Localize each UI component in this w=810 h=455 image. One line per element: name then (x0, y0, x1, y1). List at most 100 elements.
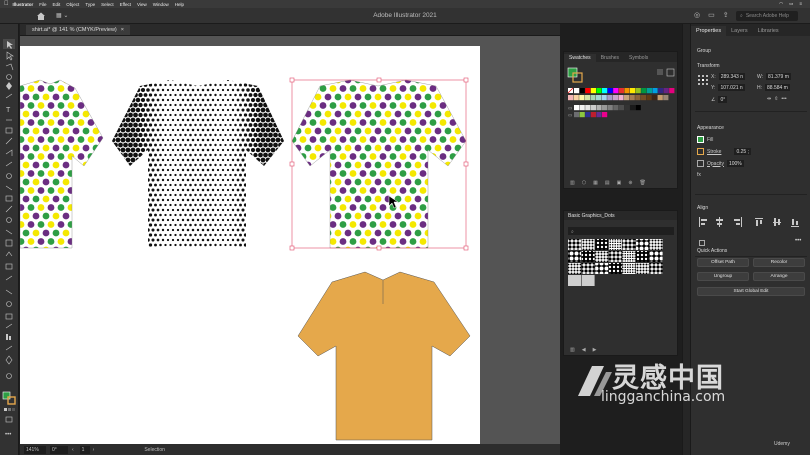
artboard-number-field[interactable]: 1 (79, 445, 90, 454)
width-input[interactable]: 81.379 m (766, 73, 791, 80)
start-global-edit-button[interactable]: Start Global Edit (697, 287, 805, 296)
artwork[interactable] (20, 46, 480, 444)
color-swatch[interactable] (607, 88, 613, 94)
next-library-icon[interactable]: ▶ (593, 347, 597, 353)
color-swatch[interactable] (641, 88, 647, 94)
fill-color-swatch[interactable] (697, 136, 704, 143)
color-swatch[interactable] (596, 112, 602, 118)
stroke-label[interactable]: Stroke (707, 149, 721, 155)
menu-file[interactable]: File (39, 2, 46, 7)
menu-edit[interactable]: Edit (53, 2, 61, 7)
arrange-button[interactable]: Arrange (753, 272, 805, 281)
rotation-field[interactable]: 0° (50, 445, 68, 454)
pattern-swatch[interactable] (568, 275, 581, 286)
show-kind-icon[interactable]: ▦ (593, 180, 598, 186)
color-swatch[interactable] (613, 105, 619, 111)
opacity-input[interactable]: 100% (726, 160, 744, 167)
color-swatch[interactable] (579, 112, 585, 118)
color-group-folder-icon[interactable]: ▭ (568, 113, 573, 118)
apple-icon[interactable]:  (4, 1, 9, 7)
color-swatch[interactable] (624, 88, 630, 94)
color-swatch[interactable] (601, 95, 607, 101)
pattern-swatch[interactable] (622, 263, 636, 274)
pattern-swatch[interactable] (595, 239, 609, 250)
color-swatch[interactable] (574, 105, 580, 111)
color-swatch[interactable] (640, 95, 646, 101)
menu-select[interactable]: Select (101, 2, 114, 7)
align-buttons[interactable] (697, 216, 807, 228)
pattern-search-input[interactable] (568, 227, 674, 235)
menu-effect[interactable]: Effect (120, 2, 131, 7)
color-swatch[interactable] (579, 88, 585, 94)
pattern-swatch[interactable] (581, 239, 595, 250)
new-swatch-icon[interactable]: ⊕ (628, 180, 632, 186)
color-swatch[interactable] (596, 105, 602, 111)
control-center-icon[interactable]: ≡ (799, 1, 802, 7)
swatch-cells[interactable]: ▭▭ (567, 87, 675, 118)
color-swatch[interactable] (630, 105, 636, 111)
color-swatch[interactable] (585, 112, 591, 118)
pattern-swatch[interactable] (636, 239, 649, 250)
color-swatch[interactable] (602, 105, 608, 111)
pattern-swatch[interactable] (595, 263, 609, 274)
color-swatch[interactable] (652, 88, 658, 94)
canvas-area[interactable] (20, 36, 560, 444)
next-artboard-icon[interactable]: › (93, 447, 95, 453)
battery-icon[interactable]: ▭ (789, 1, 793, 7)
orange-shirt[interactable] (297, 271, 471, 441)
pattern-cells[interactable] (568, 239, 663, 286)
color-swatch[interactable] (613, 88, 619, 94)
pattern-swatch[interactable] (608, 239, 622, 250)
pattern-swatch[interactable] (581, 263, 595, 274)
color-swatch[interactable] (663, 88, 669, 94)
pattern-swatch[interactable] (608, 263, 622, 274)
tool-icons[interactable]: T ••• (0, 24, 19, 455)
pattern-swatch[interactable] (636, 263, 649, 274)
color-swatch[interactable] (590, 95, 596, 101)
color-swatch[interactable] (607, 105, 613, 111)
tab-symbols[interactable]: Symbols (624, 54, 653, 62)
menu-help[interactable]: Help (175, 2, 184, 7)
help-search-input[interactable]: ⌕ Search Adobe Help (736, 11, 798, 21)
color-swatch[interactable] (579, 105, 585, 111)
color-swatch[interactable] (590, 112, 596, 118)
color-swatch[interactable] (590, 105, 596, 111)
color-swatch[interactable] (652, 95, 658, 101)
wifi-icon[interactable]: ◠ (779, 1, 783, 7)
tab-libraries[interactable]: Libraries (753, 26, 784, 36)
color-swatch[interactable] (574, 88, 580, 94)
pattern-swatch[interactable] (636, 251, 649, 262)
pattern-swatch[interactable] (649, 263, 663, 274)
color-swatch[interactable] (635, 105, 641, 111)
pattern-swatch[interactable] (568, 263, 581, 274)
color-swatch[interactable] (596, 88, 602, 94)
pattern-swatch[interactable] (595, 251, 609, 262)
tab-brushes[interactable]: Brushes (596, 54, 624, 62)
more-options-icon[interactable]: ••• (781, 96, 786, 102)
color-swatch[interactable] (624, 105, 630, 111)
color-swatch[interactable] (602, 112, 608, 118)
pattern-swatch[interactable] (622, 239, 636, 250)
pattern-swatch[interactable] (649, 239, 663, 250)
fx-icon[interactable]: fx (697, 172, 701, 178)
color-swatch[interactable] (646, 88, 652, 94)
close-icon[interactable]: × (121, 27, 124, 33)
swatch-libraries-icon[interactable]: ▥ (570, 180, 575, 186)
color-swatch[interactable] (629, 95, 635, 101)
pattern-swatch[interactable] (581, 251, 595, 262)
pattern-swatch[interactable] (568, 239, 581, 250)
library-menu-icon[interactable]: ▥ (570, 347, 575, 353)
color-swatch[interactable] (590, 88, 596, 94)
y-input[interactable]: 107.021 n (718, 84, 745, 91)
recolor-button[interactable]: Recolor (753, 258, 805, 267)
flip-vertical-icon[interactable]: ⇳ (774, 96, 778, 102)
color-swatch[interactable] (663, 95, 669, 101)
color-swatch[interactable] (579, 95, 585, 101)
lightbulb-icon[interactable]: ◎ (694, 11, 700, 19)
reference-point-icon[interactable] (697, 74, 709, 86)
color-swatch[interactable] (573, 95, 579, 101)
menu-type[interactable]: Type (85, 2, 95, 7)
color-swatch[interactable] (635, 88, 641, 94)
stroke-color-swatch[interactable] (697, 148, 704, 155)
tab-properties[interactable]: Properties (691, 26, 727, 36)
